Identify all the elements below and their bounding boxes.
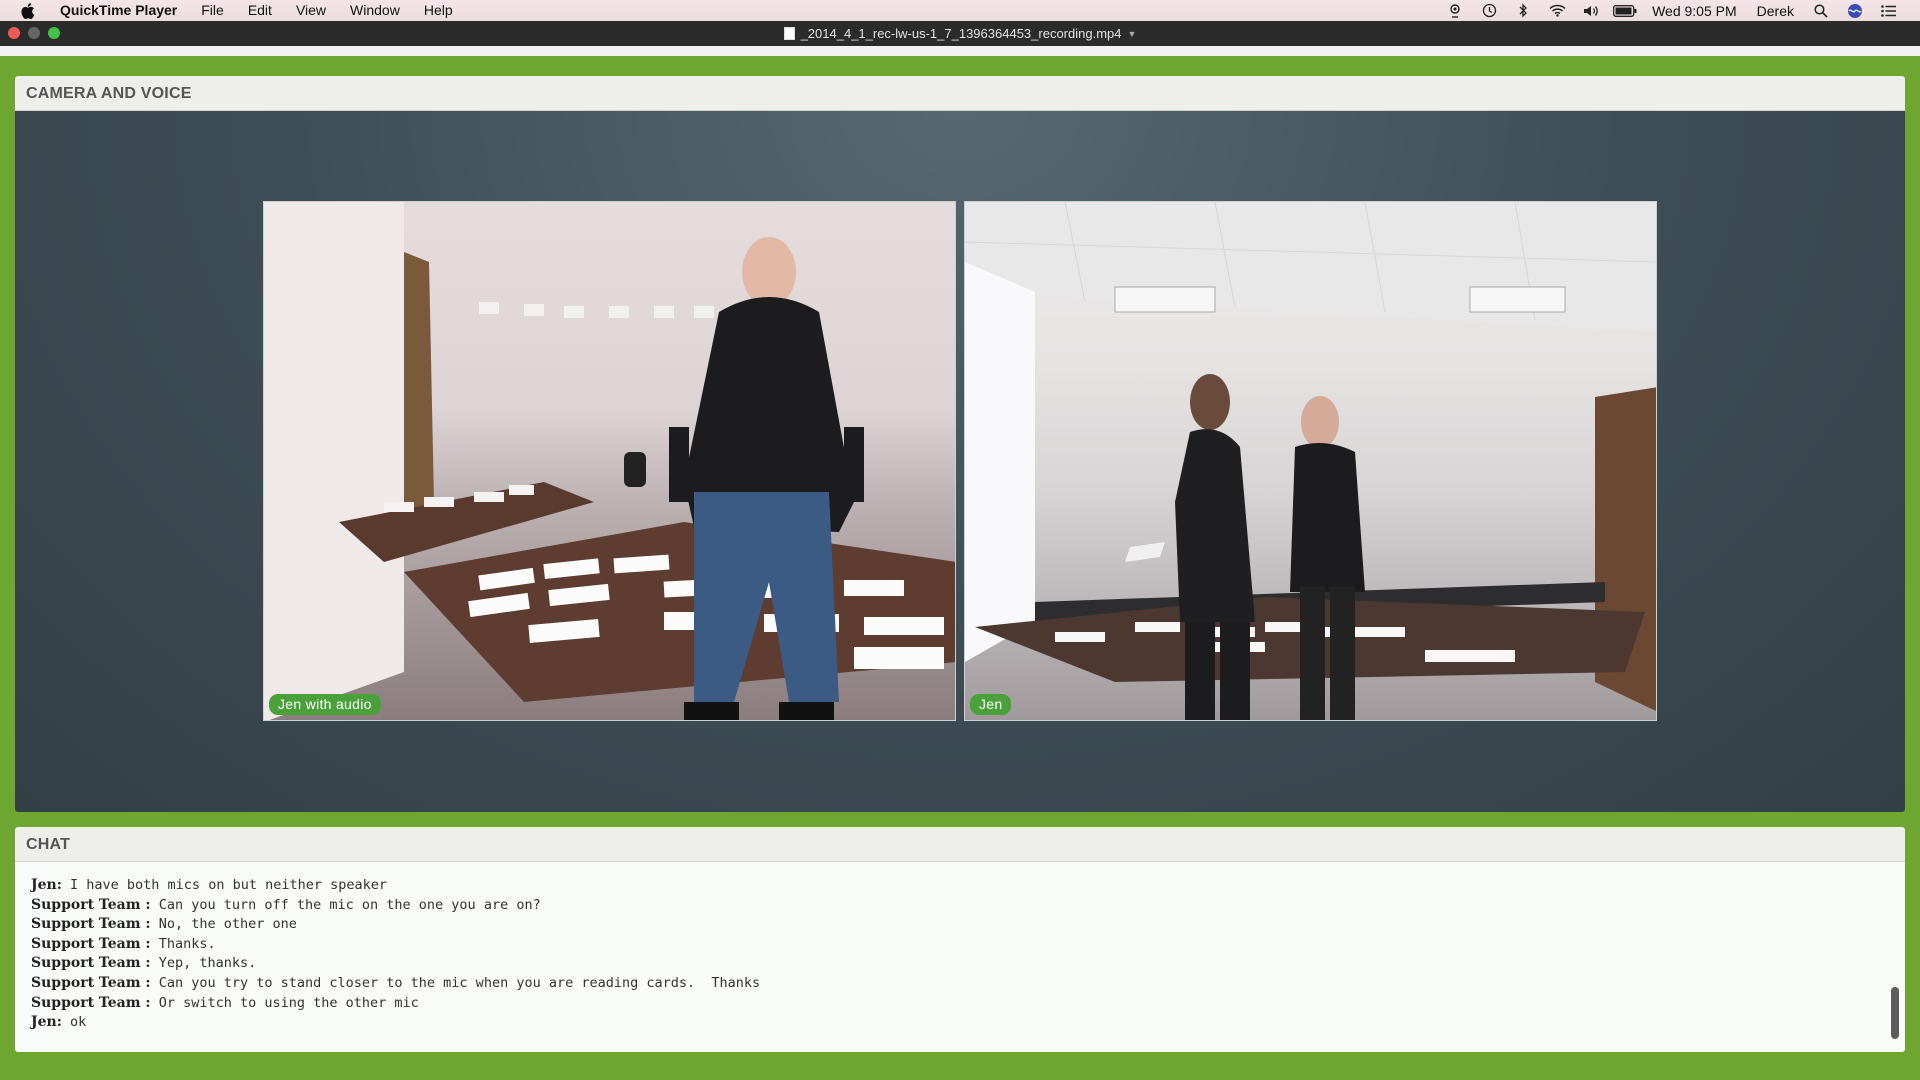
- chat-sender: Support Team :: [31, 896, 151, 913]
- window-controls: [8, 27, 60, 39]
- chat-scrollbar[interactable]: [1891, 865, 1899, 1045]
- window-title-bar[interactable]: _2014_4_1_rec-lw-us-1_7_1396364453_recor…: [0, 21, 1920, 46]
- window-menu[interactable]: Window: [338, 0, 412, 21]
- bluetooth-icon[interactable]: [1506, 0, 1540, 21]
- video-feed-1-label: Jen with audio: [269, 694, 381, 715]
- help-menu[interactable]: Help: [412, 0, 465, 21]
- menu-bar: QuickTime Player File Edit View Window H…: [0, 0, 1920, 21]
- app-background-band: [0, 56, 1920, 76]
- chat-message: Support Team : Can you turn off the mic …: [31, 896, 1889, 916]
- chat-sender: Jen:: [31, 877, 62, 893]
- close-window-button[interactable]: [8, 27, 20, 39]
- airdrop-icon[interactable]: [1438, 0, 1472, 21]
- camera-panel-header: CAMERA AND VOICE: [15, 76, 1905, 111]
- chat-text: ok: [61, 1014, 87, 1031]
- notification-center-icon[interactable]: [1872, 0, 1906, 21]
- video-feed-1-image: [264, 202, 955, 720]
- video-feed-2[interactable]: Jen: [964, 201, 1657, 721]
- document-icon: [783, 27, 795, 40]
- chat-message: Support Team : Yep, thanks.: [31, 954, 1889, 974]
- chat-message: Support Team : Or switch to using the ot…: [31, 994, 1889, 1014]
- chat-log[interactable]: Jen: I have both mics on but neither spe…: [15, 862, 1905, 1052]
- chat-sender: Jen:: [31, 1014, 62, 1031]
- spotlight-search-icon[interactable]: [1804, 0, 1838, 21]
- chat-sender: Support Team :: [31, 916, 151, 933]
- app-top-strip: [0, 46, 1920, 56]
- chat-text: No, the other one: [150, 916, 297, 933]
- chat-text: Yep, thanks.: [150, 955, 257, 972]
- time-machine-icon[interactable]: [1472, 0, 1506, 21]
- chat-message: Support Team : Can you try to stand clos…: [31, 974, 1889, 994]
- chat-scrollbar-thumb[interactable]: [1891, 987, 1899, 1039]
- menubar-clock[interactable]: Wed 9:05 PM: [1642, 3, 1747, 19]
- chat-sender: Support Team :: [31, 994, 151, 1011]
- camera-and-voice-panel: CAMERA AND VOICE Jen with audio Jen: [15, 76, 1905, 812]
- chat-text: Can you turn off the mic on the one you …: [150, 896, 541, 913]
- chat-message: Jen: ok: [31, 1013, 1889, 1033]
- chat-panel: CHAT Jen: I have both mics on but neithe…: [15, 827, 1905, 1052]
- chat-text: I have both mics on but neither speaker: [61, 877, 387, 893]
- chat-message: Jen: I have both mics on but neither spe…: [31, 876, 1889, 896]
- chat-panel-header: CHAT: [15, 827, 1905, 862]
- zoom-window-button[interactable]: [48, 27, 60, 39]
- chat-text: Or switch to using the other mic: [150, 994, 419, 1011]
- menubar-user[interactable]: Derek: [1747, 3, 1804, 19]
- volume-icon[interactable]: [1574, 0, 1608, 21]
- chevron-down-icon[interactable]: ▼: [1127, 29, 1136, 39]
- video-feed-2-image: [965, 202, 1656, 720]
- window-title: _2014_4_1_rec-lw-us-1_7_1396364453_recor…: [800, 26, 1122, 41]
- app-menu[interactable]: QuickTime Player: [52, 0, 189, 21]
- video-feed-2-label: Jen: [970, 694, 1012, 715]
- video-feed-1[interactable]: Jen with audio: [263, 201, 956, 721]
- chat-sender: Support Team :: [31, 974, 151, 991]
- chat-message: Support Team : No, the other one: [31, 915, 1889, 935]
- siri-icon[interactable]: [1838, 0, 1872, 21]
- chat-sender: Support Team :: [31, 935, 151, 952]
- camera-panel-body: Jen with audio Jen: [15, 111, 1905, 812]
- chat-message: Support Team : Thanks.: [31, 935, 1889, 955]
- minimize-window-button[interactable]: [28, 27, 40, 39]
- chat-text: Can you try to stand closer to the mic w…: [150, 974, 761, 991]
- view-menu[interactable]: View: [284, 0, 338, 21]
- chat-sender: Support Team :: [31, 955, 151, 972]
- chat-text: Thanks.: [150, 935, 216, 952]
- battery-icon[interactable]: [1608, 0, 1642, 21]
- apple-icon[interactable]: [19, 2, 37, 20]
- edit-menu[interactable]: Edit: [236, 0, 284, 21]
- file-menu[interactable]: File: [189, 0, 236, 21]
- wifi-icon[interactable]: [1540, 0, 1574, 21]
